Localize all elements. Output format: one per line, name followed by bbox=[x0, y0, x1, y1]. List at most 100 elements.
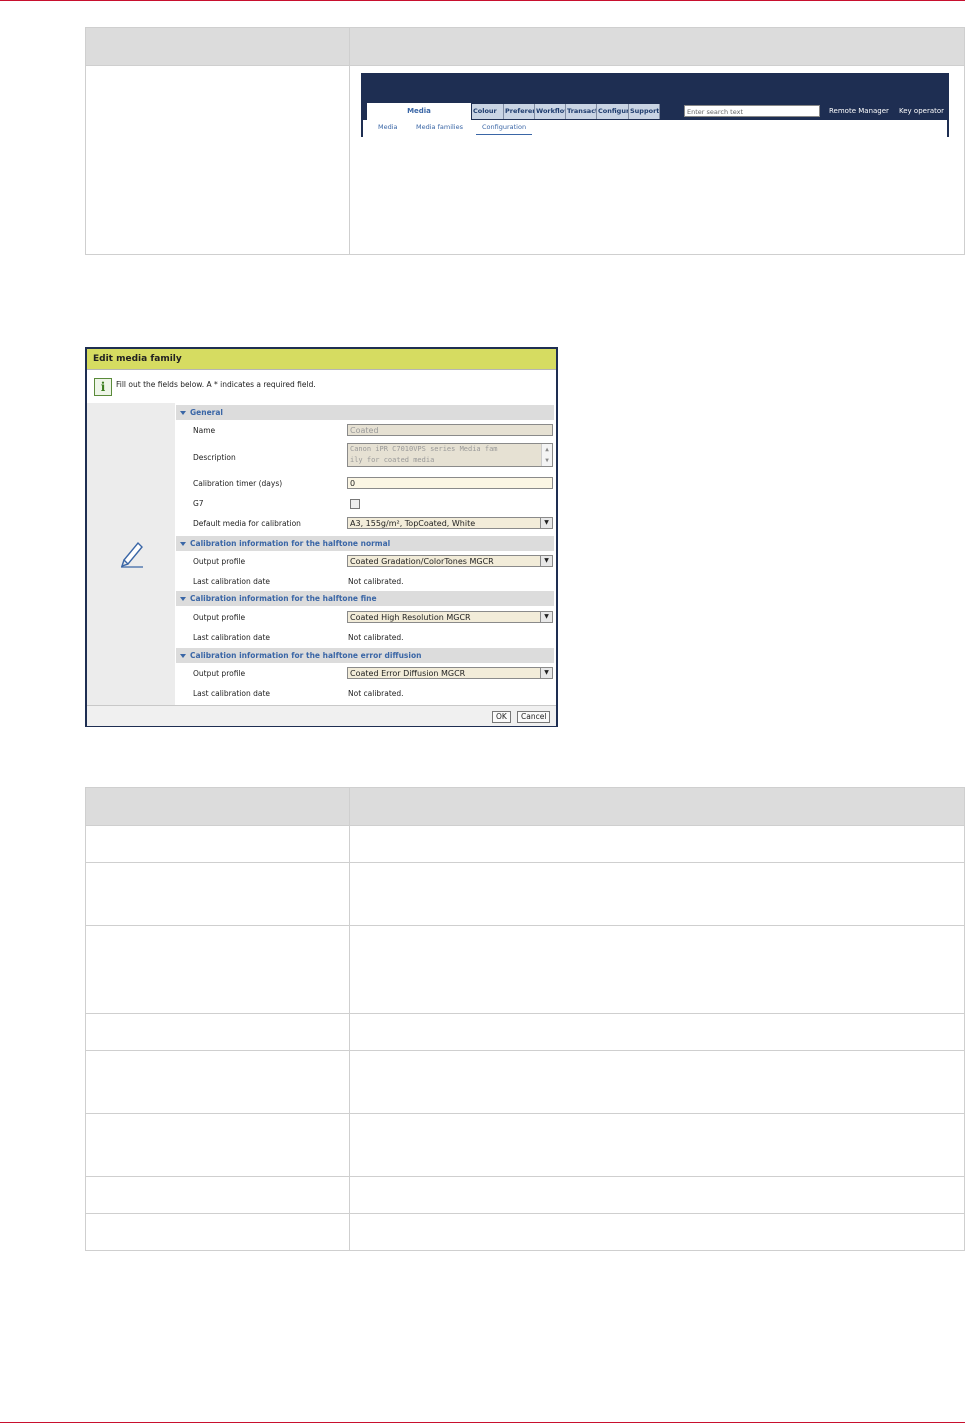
collapse-triangle-icon bbox=[180, 542, 186, 546]
name-field[interactable]: Coated bbox=[347, 424, 553, 436]
table-cell bbox=[85, 825, 350, 863]
info-text: Fill out the fields below. A * indicates… bbox=[116, 380, 316, 389]
table-cell bbox=[85, 862, 350, 926]
table-row bbox=[85, 1213, 965, 1251]
tab-support[interactable]: Support bbox=[629, 104, 660, 119]
dialog-form: General Name Coated Description Canon iP… bbox=[176, 403, 554, 705]
table-cell bbox=[349, 1013, 965, 1051]
description-line: Canon iPR C7010VPS series Media fam bbox=[350, 445, 498, 453]
chevron-down-icon: ▼ bbox=[540, 556, 552, 566]
dialog-footer: OK Cancel bbox=[87, 705, 556, 726]
subtab-configuration[interactable]: Configuration bbox=[476, 120, 533, 135]
tab-preferences[interactable]: Preferences bbox=[504, 104, 535, 119]
subtab-media-families[interactable]: Media families bbox=[416, 120, 463, 134]
last-calibration-label: Last calibration date bbox=[193, 689, 270, 698]
output-profile-label: Output profile bbox=[193, 669, 246, 678]
description-line: ily for coated media bbox=[350, 456, 435, 464]
tab-workflow[interactable]: Workflow bbox=[535, 104, 566, 119]
top-rule bbox=[0, 0, 965, 1]
table-cell bbox=[85, 925, 350, 1014]
default-media-select[interactable]: A3, 155g/m², TopCoated, White ▼ bbox=[347, 517, 553, 529]
table-cell bbox=[85, 1176, 350, 1214]
bottom-rule bbox=[0, 1422, 965, 1423]
chevron-down-icon: ▼ bbox=[540, 668, 552, 678]
remote-manager-link[interactable]: Remote Manager bbox=[829, 104, 889, 119]
table-row bbox=[85, 925, 965, 1014]
table-header-row bbox=[85, 27, 965, 66]
name-label: Name bbox=[193, 426, 216, 435]
menubar-top bbox=[361, 73, 949, 103]
collapse-triangle-icon bbox=[180, 411, 186, 415]
dialog-title: Edit media family bbox=[87, 349, 556, 369]
settings-table bbox=[85, 787, 965, 1251]
description-label: Description bbox=[193, 453, 236, 462]
g7-checkbox[interactable] bbox=[350, 499, 360, 509]
output-profile-label: Output profile bbox=[193, 613, 246, 622]
description-field[interactable]: Canon iPR C7010VPS series Media fam ily … bbox=[347, 443, 553, 467]
calibration-timer-field[interactable]: 0 bbox=[347, 477, 553, 489]
table-cell bbox=[85, 1213, 350, 1251]
info-icon: i bbox=[94, 378, 112, 396]
table-row bbox=[85, 825, 965, 863]
settings-editor-menubar: Media Colour Preferences Workflow Transa… bbox=[361, 73, 949, 137]
chevron-down-icon: ▼ bbox=[540, 518, 552, 528]
table-cell bbox=[85, 1050, 350, 1114]
table-cell bbox=[349, 825, 965, 863]
section-halftone-error-diffusion[interactable]: Calibration information for the halftone… bbox=[176, 648, 554, 663]
subtab-media[interactable]: Media bbox=[378, 120, 398, 134]
pencil-icon bbox=[120, 541, 143, 568]
scrollbar[interactable]: ▲ ▼ bbox=[541, 444, 552, 466]
selected-value: Coated Error Diffusion MGCR bbox=[350, 669, 466, 678]
table-header-row bbox=[85, 787, 965, 826]
menubar-tabs: Colour Preferences Workflow Transactions… bbox=[472, 104, 660, 119]
tab-colour[interactable]: Colour bbox=[472, 104, 504, 119]
table-cell bbox=[85, 1113, 350, 1177]
default-media-label: Default media for calibration bbox=[193, 519, 301, 528]
output-profile-normal-select[interactable]: Coated Gradation/ColorTones MGCR ▼ bbox=[347, 555, 553, 567]
table-cell bbox=[349, 862, 965, 926]
table-cell bbox=[349, 1050, 965, 1114]
header-cell bbox=[85, 787, 350, 826]
table-row bbox=[85, 1013, 965, 1051]
selected-value: Coated High Resolution MGCR bbox=[350, 613, 471, 622]
section-general[interactable]: General bbox=[176, 405, 554, 420]
table-cell bbox=[85, 1013, 350, 1051]
table-cell bbox=[349, 1113, 965, 1177]
table-row bbox=[85, 1113, 965, 1177]
dialog-side-panel bbox=[87, 403, 175, 705]
output-profile-label: Output profile bbox=[193, 557, 246, 566]
table-cell bbox=[349, 1176, 965, 1214]
cancel-button[interactable]: Cancel bbox=[517, 711, 551, 723]
last-calibration-value: Not calibrated. bbox=[348, 577, 404, 586]
table-row bbox=[85, 1050, 965, 1114]
header-cell bbox=[85, 27, 350, 66]
ok-button[interactable]: OK bbox=[492, 711, 511, 723]
output-profile-fine-select[interactable]: Coated High Resolution MGCR ▼ bbox=[347, 611, 553, 623]
section-heading: Calibration information for the halftone… bbox=[190, 594, 377, 603]
step-table bbox=[85, 27, 965, 255]
section-heading: General bbox=[190, 408, 223, 417]
section-halftone-normal[interactable]: Calibration information for the halftone… bbox=[176, 536, 554, 551]
tab-media[interactable]: Media bbox=[367, 103, 471, 120]
search-input[interactable]: Enter search text bbox=[684, 105, 820, 117]
collapse-triangle-icon bbox=[180, 654, 186, 658]
last-calibration-label: Last calibration date bbox=[193, 633, 270, 642]
key-operator-link[interactable]: Key operator bbox=[899, 104, 944, 119]
table-cell bbox=[349, 925, 965, 1014]
last-calibration-value: Not calibrated. bbox=[348, 633, 404, 642]
header-cell bbox=[349, 27, 965, 66]
tab-transactions[interactable]: Transactions bbox=[566, 104, 597, 119]
last-calibration-label: Last calibration date bbox=[193, 577, 270, 586]
section-heading: Calibration information for the halftone… bbox=[190, 651, 422, 660]
tab-configuration[interactable]: Configuration bbox=[597, 104, 629, 119]
table-row bbox=[85, 1176, 965, 1214]
selected-value: A3, 155g/m², TopCoated, White bbox=[350, 519, 476, 528]
output-profile-error-select[interactable]: Coated Error Diffusion MGCR ▼ bbox=[347, 667, 553, 679]
g7-label: G7 bbox=[193, 499, 204, 508]
section-halftone-fine[interactable]: Calibration information for the halftone… bbox=[176, 591, 554, 606]
edit-media-family-dialog: Edit media family i Fill out the fields … bbox=[85, 347, 558, 727]
table-cell bbox=[85, 65, 350, 255]
selected-value: Coated Gradation/ColorTones MGCR bbox=[350, 557, 494, 566]
last-calibration-value: Not calibrated. bbox=[348, 689, 404, 698]
subtab-row: Media Media families Configuration bbox=[361, 120, 949, 137]
